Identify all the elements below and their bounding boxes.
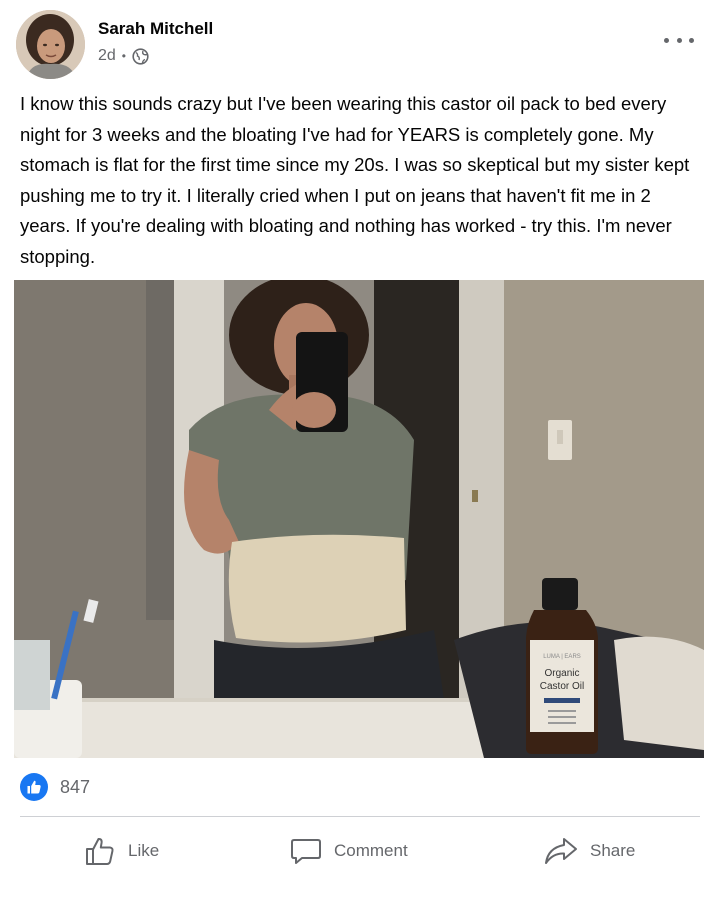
share-arrow-icon xyxy=(544,835,578,867)
bottle-brand: LUMA | EARS xyxy=(543,654,581,660)
divider xyxy=(20,816,700,817)
more-dot xyxy=(676,37,682,43)
globe-icon[interactable] xyxy=(132,47,149,65)
bottle-label-line2: Castor Oil xyxy=(540,681,584,692)
bottle-label-line1: Organic xyxy=(544,668,579,679)
post-meta: 2d • xyxy=(98,47,149,65)
reaction-count: 847 xyxy=(60,776,91,797)
post-photo[interactable]: LUMA | EARS Organic Castor Oil xyxy=(14,280,704,758)
action-bar: Like Comment Share xyxy=(0,828,720,874)
like-reaction-icon xyxy=(20,773,48,801)
author-name[interactable]: Sarah Mitchell xyxy=(98,19,213,39)
more-dot xyxy=(689,37,694,43)
thumbs-up-icon xyxy=(84,835,116,867)
share-label: Share xyxy=(590,841,636,860)
comment-bubble-icon xyxy=(290,835,322,867)
like-label: Like xyxy=(128,841,160,860)
like-button[interactable]: Like xyxy=(84,828,159,874)
meta-separator: • xyxy=(121,49,126,63)
share-button[interactable]: Share xyxy=(544,828,635,874)
avatar[interactable] xyxy=(16,10,85,79)
more-dot xyxy=(664,37,669,43)
comment-label: Comment xyxy=(334,841,408,860)
more-options-icon[interactable] xyxy=(664,30,694,50)
reaction-summary[interactable]: 847 xyxy=(20,772,90,802)
social-post: Sarah Mitchell 2d • I know this sounds c… xyxy=(0,0,720,900)
comment-button[interactable]: Comment xyxy=(290,828,408,874)
post-timestamp[interactable]: 2d xyxy=(98,47,116,65)
post-text: I know this sounds crazy but I've been w… xyxy=(20,93,690,267)
